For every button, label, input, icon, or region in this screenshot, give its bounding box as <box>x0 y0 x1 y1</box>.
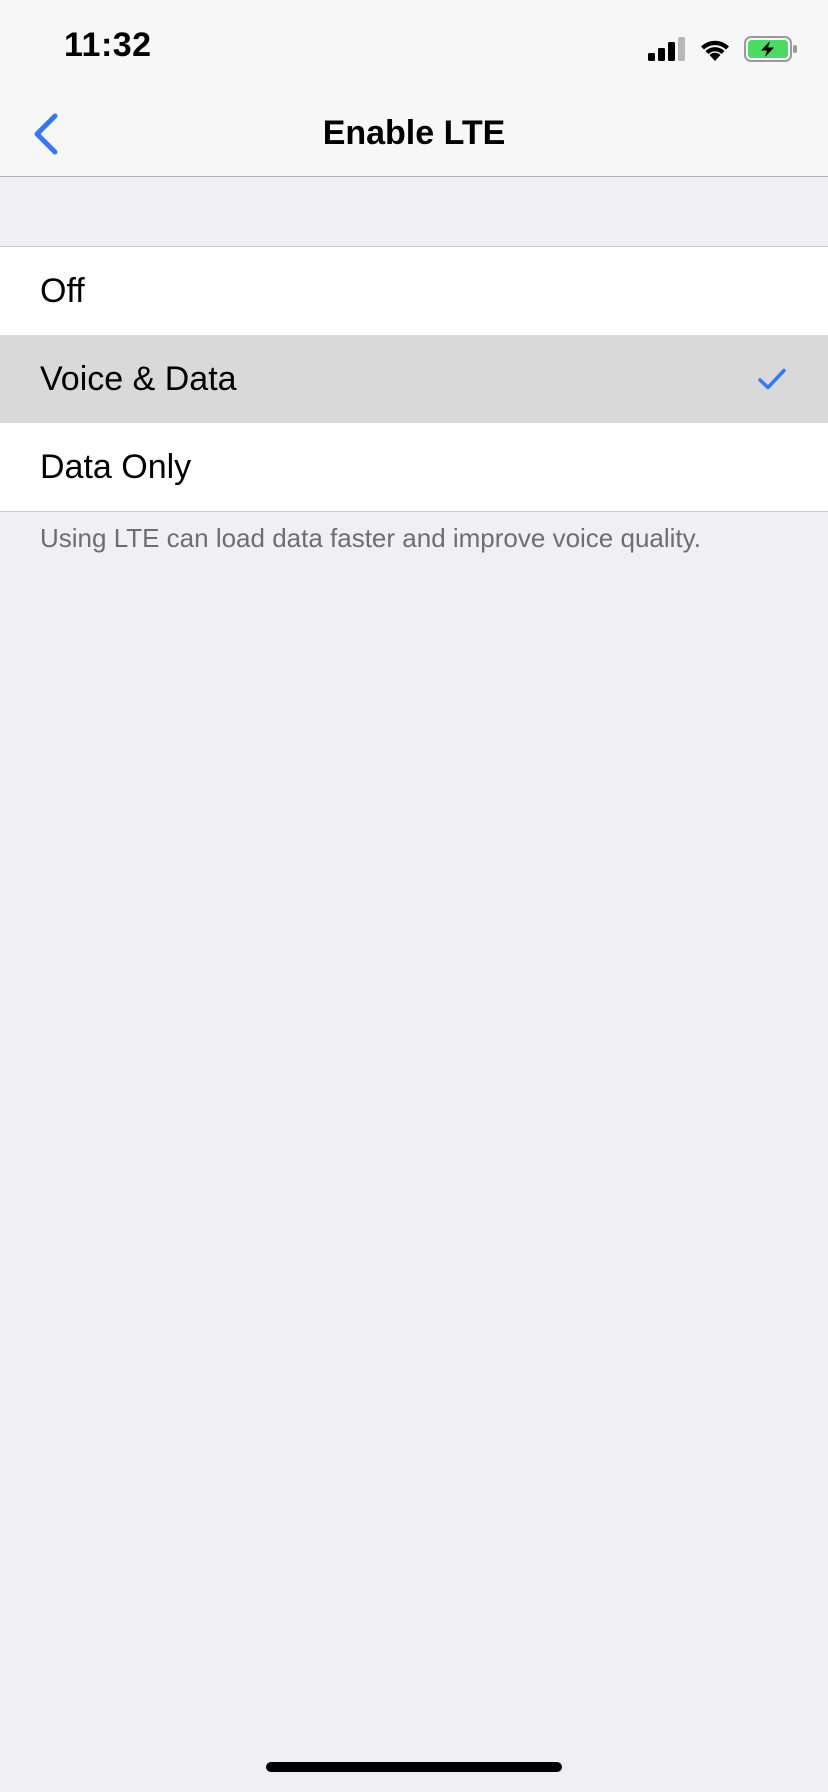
checkmark-icon <box>758 368 786 390</box>
option-label: Voice & Data <box>40 359 237 398</box>
footer-note: Using LTE can load data faster and impro… <box>40 523 701 553</box>
option-off[interactable]: Off <box>0 247 828 335</box>
status-icons <box>648 34 798 64</box>
home-indicator[interactable] <box>266 1762 562 1772</box>
option-voice-and-data[interactable]: Voice & Data <box>0 335 828 423</box>
wifi-icon <box>698 36 732 62</box>
option-data-only[interactable]: Data Only <box>0 423 828 511</box>
signal-icon <box>648 37 686 61</box>
lte-options-list: Off Voice & Data Data Only <box>0 246 828 512</box>
option-label: Data Only <box>40 447 192 486</box>
battery-charging-icon <box>744 36 798 62</box>
status-bar: 11:32 <box>0 0 828 96</box>
option-label: Off <box>40 271 85 310</box>
status-time: 11:32 <box>64 26 152 64</box>
navigation-bar: Enable LTE <box>0 96 828 177</box>
page-title: Enable LTE <box>322 114 506 152</box>
